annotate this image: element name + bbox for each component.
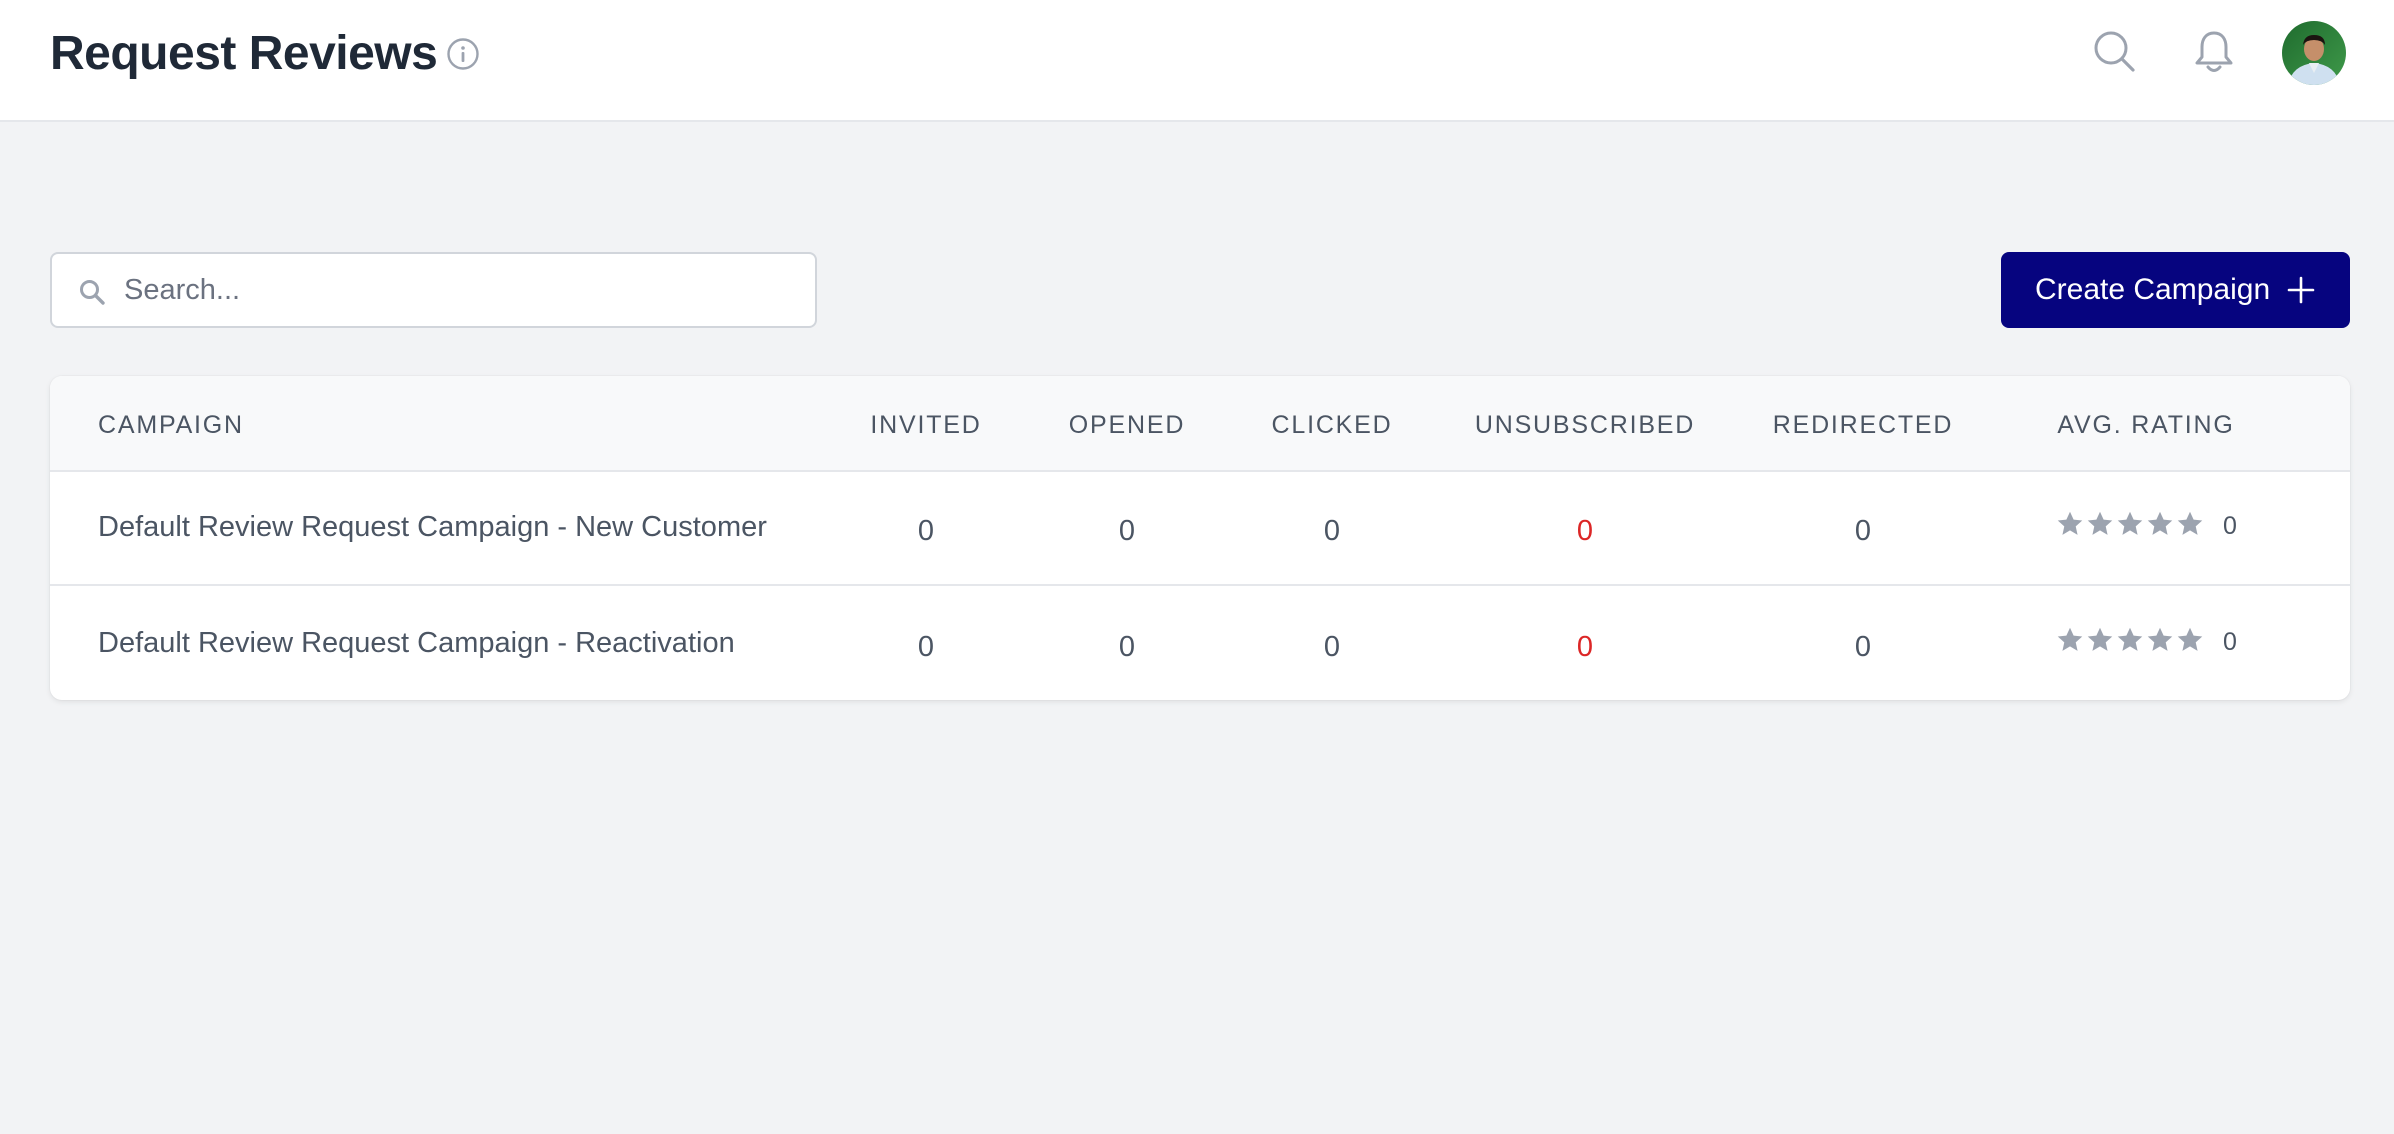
star-icon xyxy=(2147,627,2173,651)
star-icon xyxy=(2177,511,2203,535)
star-icon xyxy=(2177,627,2203,651)
redirected-count: 0 xyxy=(1854,631,1872,663)
star-icon xyxy=(2117,627,2143,651)
search-icon xyxy=(78,278,106,306)
avg-rating-value: 0 xyxy=(2223,512,2237,540)
star-icon xyxy=(2057,511,2083,535)
column-header-campaign[interactable]: Campaign xyxy=(98,410,244,440)
table-row[interactable]: Default Review Request Campaign - New Cu… xyxy=(50,472,2350,586)
user-avatar[interactable] xyxy=(2282,21,2346,85)
bell-icon[interactable] xyxy=(2192,29,2236,75)
star-icon xyxy=(2057,627,2083,651)
column-header-opened[interactable]: Opened xyxy=(1069,410,1185,440)
create-campaign-button[interactable]: Create Campaign xyxy=(2001,252,2350,328)
clicked-count: 0 xyxy=(1323,631,1341,663)
table-row[interactable]: Default Review Request Campaign - Reacti… xyxy=(50,588,2350,700)
info-icon[interactable] xyxy=(446,37,480,71)
star-icon xyxy=(2117,511,2143,535)
star-icon xyxy=(2087,627,2113,651)
search-icon[interactable] xyxy=(2092,29,2136,73)
search-box xyxy=(50,252,817,328)
plus-icon xyxy=(2287,276,2315,304)
redirected-count: 0 xyxy=(1854,515,1872,547)
column-header-avg-rating[interactable]: Avg. Rating xyxy=(2057,410,2234,440)
column-header-clicked[interactable]: Clicked xyxy=(1272,410,1393,440)
page-title: Request Reviews xyxy=(50,27,438,80)
top-bar: Request Reviews xyxy=(0,0,2394,122)
column-header-unsubscribed[interactable]: Unsubscribed xyxy=(1475,410,1695,440)
column-header-redirected[interactable]: Redirected xyxy=(1773,410,1954,440)
star-rating xyxy=(2056,510,2204,540)
star-rating xyxy=(2056,626,2204,656)
search-input[interactable] xyxy=(124,254,804,326)
campaign-name[interactable]: Default Review Request Campaign - New Cu… xyxy=(98,510,767,544)
unsubscribed-count: 0 xyxy=(1576,631,1594,663)
campaigns-table: Campaign Invited Opened Clicked Unsubscr… xyxy=(50,376,2350,700)
star-icon xyxy=(2147,511,2173,535)
opened-count: 0 xyxy=(1118,515,1136,547)
create-campaign-label: Create Campaign xyxy=(2035,273,2271,306)
unsubscribed-count: 0 xyxy=(1576,515,1594,547)
clicked-count: 0 xyxy=(1323,515,1341,547)
invited-count: 0 xyxy=(917,631,935,663)
avg-rating-value: 0 xyxy=(2223,628,2237,656)
star-icon xyxy=(2087,511,2113,535)
table-header: Campaign Invited Opened Clicked Unsubscr… xyxy=(50,376,2350,472)
campaign-name[interactable]: Default Review Request Campaign - Reacti… xyxy=(98,626,735,660)
column-header-invited[interactable]: Invited xyxy=(870,410,981,440)
opened-count: 0 xyxy=(1118,631,1136,663)
invited-count: 0 xyxy=(917,515,935,547)
